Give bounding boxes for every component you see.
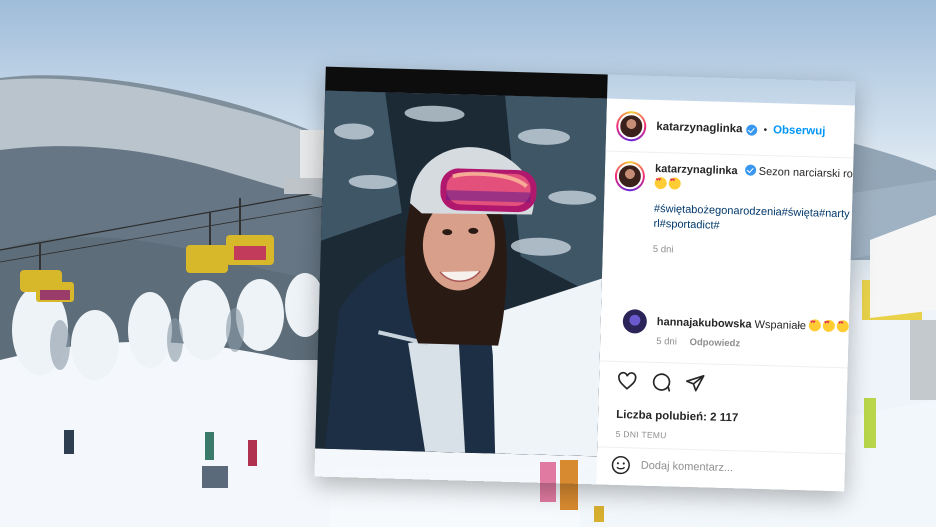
caption-text: Sezon narciarski rozp (758, 165, 855, 181)
author-avatar[interactable] (615, 110, 647, 142)
header-divider (605, 150, 854, 159)
emoji-icon[interactable] (611, 455, 632, 476)
comment-icon[interactable] (651, 372, 672, 393)
author-username[interactable]: katarzynaglinka (656, 121, 743, 135)
verified-badge-icon (746, 123, 758, 136)
add-comment-row: Dodaj komentarz... (611, 455, 734, 478)
post-actions (617, 371, 706, 393)
header-separator: • (763, 124, 768, 136)
post-header: katarzynaglinka • Obserwuj (615, 109, 855, 150)
comment-text: Wspaniałe (754, 318, 807, 333)
caption-age: 5 dni (652, 243, 674, 256)
caption-hashtags[interactable]: #świętabożegonarodzenia#święta#narty gir… (653, 202, 855, 238)
heart-eyes-emoji-icon (808, 319, 822, 332)
comment-item: hannajakubowska Wspaniałe 5 dni Odpowied… (622, 309, 853, 352)
caption-verified-badge-icon (744, 164, 756, 176)
commenter-avatar[interactable] (622, 309, 648, 334)
instagram-post-card: katarzynaglinka • Obserwuj katarzynaglin… (314, 66, 855, 492)
post-date: 5 DNI TEMU (615, 428, 667, 441)
post-details-panel: katarzynaglinka • Obserwuj katarzynaglin… (596, 98, 855, 492)
caption-username[interactable]: katarzynaglinka (655, 163, 738, 177)
share-icon[interactable] (685, 373, 706, 394)
comment-age: 5 dni (656, 336, 678, 348)
heart-eyes-emoji-icon (654, 176, 667, 190)
caption-author-avatar[interactable] (614, 160, 646, 192)
follow-button[interactable]: Obserwuj (773, 124, 826, 137)
add-comment-divider (597, 446, 846, 455)
post-photo[interactable] (315, 90, 608, 457)
commenter-username[interactable]: hannajakubowska (657, 316, 752, 331)
likes-count[interactable]: Liczba polubień: 2 117 (616, 409, 738, 424)
post-caption: katarzynaglinka Sezon narciarski rozp #ś… (613, 160, 855, 261)
add-comment-input[interactable]: Dodaj komentarz... (641, 460, 734, 475)
selfie-illustration (315, 90, 608, 457)
heart-eyes-emoji-icon (836, 320, 850, 333)
actions-divider (599, 360, 848, 369)
heart-eyes-emoji-icon (822, 319, 836, 332)
heart-eyes-emoji-icon (668, 177, 681, 190)
caption-text-block: katarzynaglinka Sezon narciarski rozp (654, 162, 855, 198)
reply-button[interactable]: Odpowiedz (689, 337, 740, 349)
heart-icon[interactable] (617, 371, 638, 392)
